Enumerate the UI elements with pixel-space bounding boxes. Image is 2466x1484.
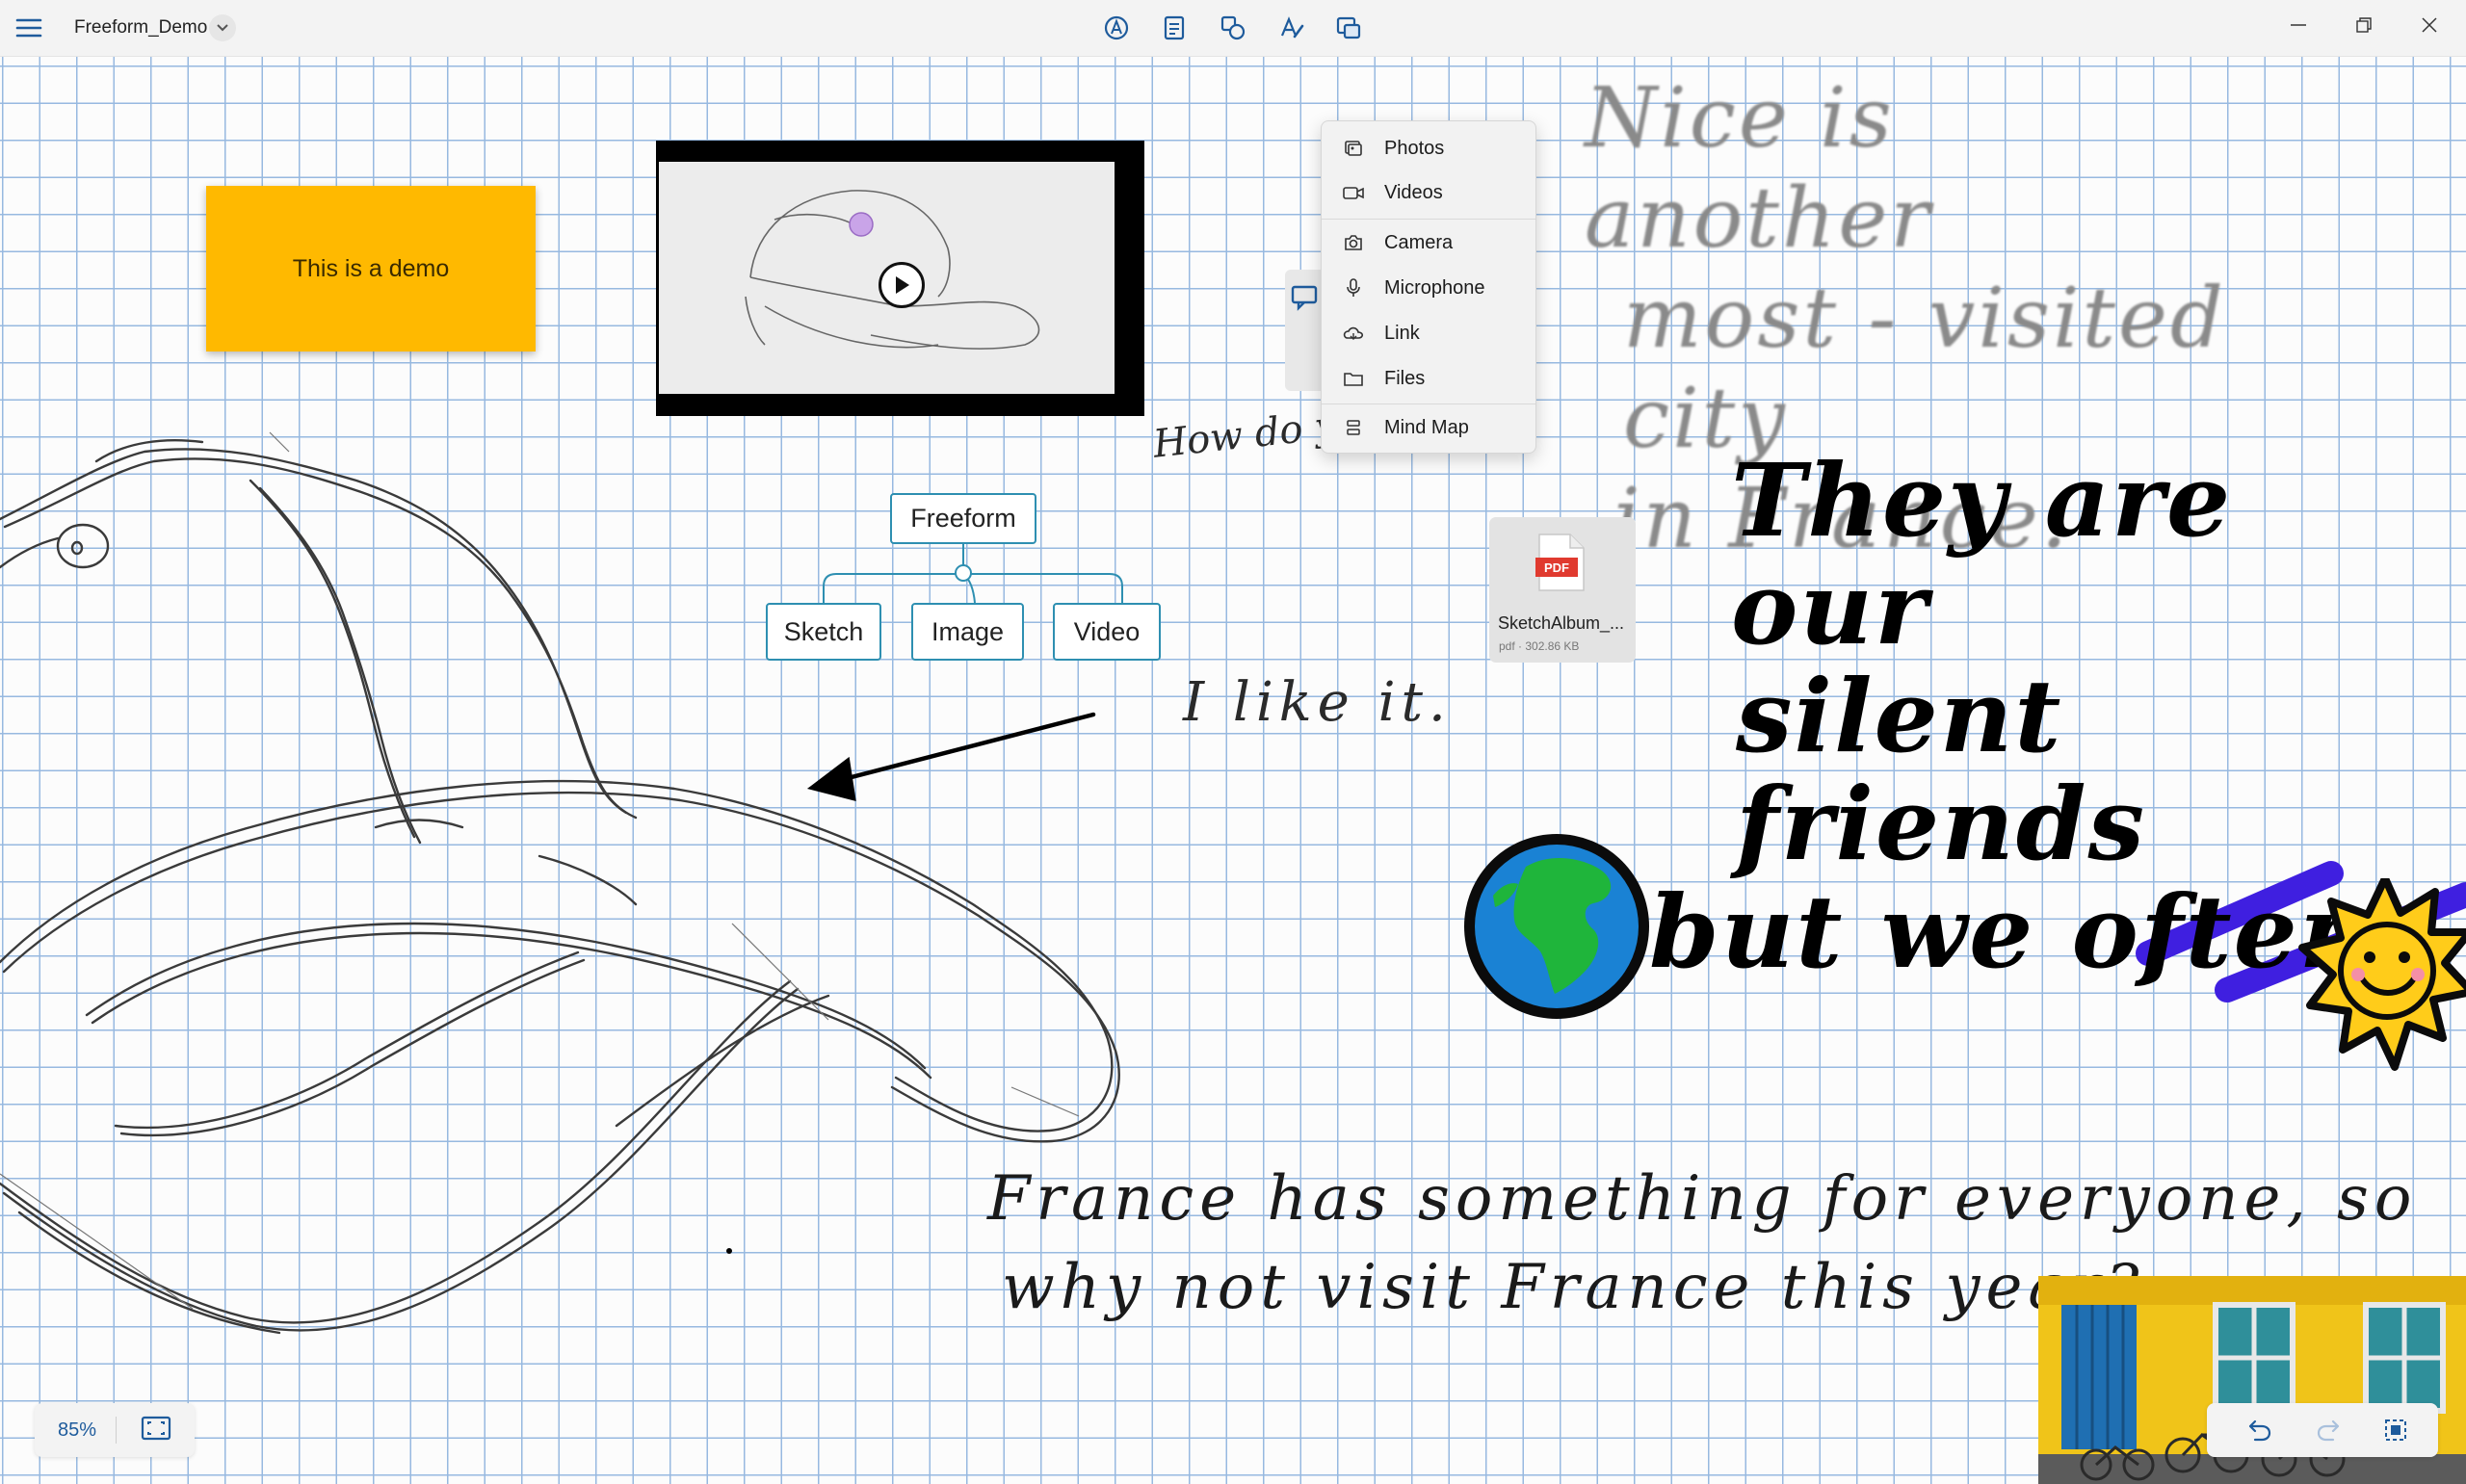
mind-map-node-sketch[interactable]: Sketch <box>766 603 881 661</box>
svg-text:PDF: PDF <box>1544 560 1569 575</box>
mind-map-node-image[interactable]: Image <box>911 603 1024 661</box>
pdf-file-card[interactable]: PDF SketchAlbum_... pdf · 302.86 KB <box>1489 517 1636 663</box>
link-icon <box>1343 323 1364 344</box>
fit-to-screen-icon[interactable] <box>141 1416 171 1445</box>
menu-item-microphone[interactable]: Microphone <box>1325 267 1532 309</box>
menu-item-photos[interactable]: Photos <box>1325 127 1532 169</box>
play-icon[interactable] <box>879 262 925 308</box>
pdf-file-meta: pdf · 302.86 KB <box>1499 639 1579 653</box>
menu-item-link[interactable]: Link <box>1325 312 1532 354</box>
sticky-note-text: This is a demo <box>292 254 450 282</box>
menu-item-label: Mind Map <box>1384 416 1469 438</box>
undo-icon[interactable] <box>2243 1415 2277 1445</box>
menu-item-label: Microphone <box>1384 276 1485 299</box>
video-thumbnail <box>659 162 1115 394</box>
mind-map-root-node[interactable]: Freeform <box>890 493 1036 544</box>
menu-item-label: Link <box>1384 322 1420 344</box>
globe-sticker-icon[interactable] <box>1458 828 1655 1025</box>
whiteboard-canvas[interactable]: This is a demo Freeform Sketch Image Vid… <box>0 57 2466 1484</box>
pdf-file-type: pdf <box>1499 639 1515 653</box>
menu-item-camera[interactable]: Camera <box>1325 221 1532 264</box>
menu-item-mind-map[interactable]: Mind Map <box>1325 406 1532 449</box>
title-bar: Freeform_Demo <box>0 0 2466 57</box>
pdf-file-name: SketchAlbum_... <box>1498 613 1625 633</box>
handwriting-line: They are our <box>1731 441 2233 667</box>
history-controls <box>2207 1403 2438 1457</box>
shapes-icon[interactable] <box>1216 12 1250 44</box>
pdf-file-icon: PDF <box>1535 533 1586 592</box>
menu-item-files[interactable]: Files <box>1325 357 1532 400</box>
microphone-icon <box>1343 277 1364 299</box>
menu-item-videos[interactable]: Videos <box>1325 171 1532 214</box>
notes-icon[interactable] <box>1157 12 1192 44</box>
document-title[interactable]: Freeform_Demo <box>74 17 207 39</box>
partial-side-panel <box>1285 270 1324 391</box>
comment-icon <box>1291 285 1318 311</box>
handwriting-i-like-it[interactable]: I like it. <box>1183 671 1452 734</box>
redo-icon[interactable] <box>2311 1415 2346 1445</box>
folder-icon <box>1343 368 1364 389</box>
sun-sticker-icon[interactable] <box>2298 878 2466 1071</box>
zoom-controls: 85% <box>35 1403 195 1457</box>
handwriting-line: Nice is another <box>1585 70 1933 267</box>
sticky-note[interactable]: This is a demo <box>206 186 536 351</box>
insert-menu: Photos Videos Camera Microphone Link Fil… <box>1321 120 1536 454</box>
pdf-file-size: 302.86 KB <box>1525 639 1580 653</box>
camera-icon <box>1343 232 1364 253</box>
menu-item-label: Camera <box>1384 231 1454 253</box>
zoom-level[interactable]: 85% <box>58 1419 96 1442</box>
handwriting-line: silent friends <box>1736 657 2147 883</box>
minimize-icon[interactable] <box>2269 6 2327 44</box>
close-icon[interactable] <box>2400 6 2458 44</box>
video-embed[interactable] <box>656 141 1144 416</box>
photo-icon <box>1343 138 1364 159</box>
hamburger-menu-icon[interactable] <box>12 12 46 44</box>
chevron-down-icon[interactable] <box>209 14 236 41</box>
menu-divider <box>1322 219 1535 220</box>
text-icon[interactable] <box>1274 12 1309 44</box>
handwriting-line: France has something for everyone, so <box>987 1163 2418 1235</box>
menu-item-label: Photos <box>1384 137 1445 159</box>
pen-tool-icon[interactable] <box>1099 12 1134 44</box>
insert-media-icon[interactable] <box>1331 12 1366 44</box>
restore-icon[interactable] <box>2335 6 2393 44</box>
mind-map-icon <box>1343 417 1364 438</box>
mind-map-node-video[interactable]: Video <box>1053 603 1161 661</box>
divider <box>116 1417 117 1444</box>
handwriting-line: most - visited city <box>1623 271 2226 467</box>
select-all-icon[interactable] <box>2378 1415 2413 1445</box>
menu-item-label: Files <box>1384 367 1426 389</box>
video-icon <box>1343 182 1364 203</box>
menu-item-label: Videos <box>1384 181 1443 203</box>
